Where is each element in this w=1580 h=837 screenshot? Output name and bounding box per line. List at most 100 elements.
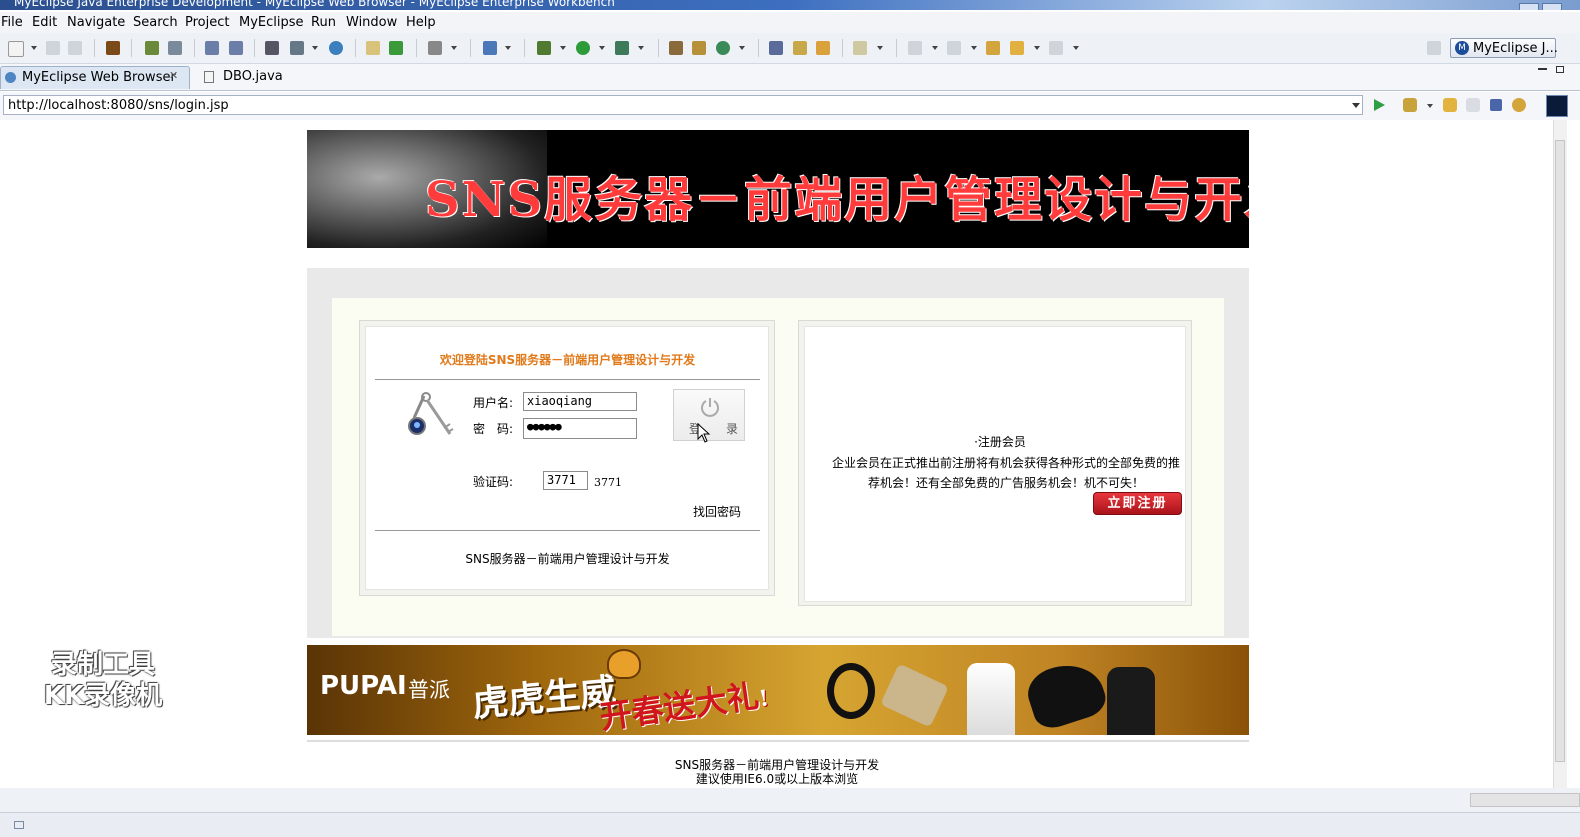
captcha-input[interactable]: 3771 [543, 471, 588, 490]
vertical-scrollbar-thumb[interactable] [1555, 140, 1565, 762]
run-icon[interactable] [576, 41, 590, 55]
go-icon[interactable] [1374, 99, 1385, 111]
back-dropdown-icon[interactable] [1034, 46, 1040, 50]
menu-run[interactable]: Run [311, 15, 336, 30]
browser-back-icon[interactable] [1443, 98, 1457, 112]
add-icon[interactable] [389, 41, 403, 55]
power-icon [701, 398, 719, 417]
maximize-view-icon[interactable] [1556, 66, 1564, 73]
wizard-dropdown-icon[interactable] [505, 46, 511, 50]
deploy-icon[interactable] [265, 41, 279, 55]
favorites-dropdown-icon[interactable] [1427, 104, 1433, 108]
previous-annotation-dropdown-icon[interactable] [971, 46, 977, 50]
server-dropdown-icon[interactable] [312, 46, 318, 50]
debug-config-icon[interactable] [145, 41, 159, 55]
previous-annotation-icon[interactable] [947, 41, 961, 55]
footer-divider [307, 740, 1249, 742]
ad-brand: PUPAI [320, 671, 407, 701]
open-resource-icon[interactable] [793, 41, 807, 55]
tab-dbo-java[interactable]: DBO.java [196, 66, 300, 89]
close-tab-icon[interactable]: ✕ [169, 69, 178, 82]
save-icon[interactable] [46, 41, 60, 55]
window-title-bar: MyEclipse Java Enterprise Development - … [0, 0, 1580, 10]
debug-dropdown-icon[interactable] [560, 46, 566, 50]
minimize-view-icon[interactable] [1538, 68, 1547, 70]
refresh-dropdown-icon[interactable] [739, 46, 745, 50]
new-dropdown-icon[interactable] [31, 46, 37, 50]
open-task-icon[interactable] [816, 41, 830, 55]
menu-navigate[interactable]: Navigate [67, 15, 125, 30]
advertisement-banner[interactable]: PUPAI 普派 虎虎生威 开春送大礼! [307, 645, 1249, 735]
run-dropdown-icon[interactable] [599, 46, 605, 50]
ad-slogan-secondary: 开春送大礼! [597, 669, 771, 735]
toolbar-separator [254, 39, 255, 57]
new-package-icon[interactable] [692, 41, 706, 55]
perspective-switcher[interactable]: M MyEclipse J... [1450, 38, 1558, 58]
new-class-icon[interactable] [669, 41, 683, 55]
horizontal-scrollbar[interactable] [1470, 793, 1580, 807]
open-perspective-icon[interactable] [1427, 41, 1441, 55]
captcha-image: 3771 [594, 476, 622, 489]
screen-dropdown-icon[interactable] [451, 46, 457, 50]
new-icon[interactable] [8, 41, 24, 57]
next-annotation-icon[interactable] [908, 41, 922, 55]
external-tools-icon[interactable] [615, 41, 629, 55]
toolbar-separator [842, 39, 843, 57]
open-folder-icon[interactable] [366, 41, 380, 55]
maximize-button[interactable] [1542, 3, 1562, 10]
tab-label: DBO.java [223, 69, 283, 84]
register-now-button[interactable]: 立即注册 [1093, 492, 1182, 515]
forward-dropdown-icon[interactable] [1073, 46, 1079, 50]
menu-file[interactable]: File [1, 15, 23, 30]
next-annotation-dropdown-icon[interactable] [932, 46, 938, 50]
tab-myeclipse-web-browser[interactable]: MyEclipse Web Browser ✕ [0, 66, 190, 89]
status-indicator-icon[interactable] [14, 821, 24, 829]
divider [375, 379, 760, 380]
forgot-password-link[interactable]: 找回密码 [693, 503, 741, 520]
back-icon[interactable] [1010, 41, 1024, 55]
server-manage-icon[interactable] [290, 41, 304, 55]
url-input[interactable]: http://localhost:8080/sns/login.jsp [3, 95, 1363, 115]
menu-myeclipse[interactable]: MyEclipse [239, 15, 304, 30]
menu-edit[interactable]: Edit [32, 15, 57, 30]
open-type-icon[interactable] [769, 41, 783, 55]
refresh-icon[interactable] [716, 41, 730, 55]
last-edit-icon[interactable] [986, 41, 1000, 55]
folder-dropdown-icon[interactable] [877, 46, 883, 50]
menu-project[interactable]: Project [185, 15, 229, 30]
screen-icon[interactable] [428, 41, 442, 55]
browser-globe-icon[interactable] [329, 41, 343, 55]
reload-icon[interactable] [1512, 98, 1526, 112]
new-wizard-icon[interactable] [483, 41, 497, 55]
browser-forward-icon[interactable] [1466, 98, 1480, 112]
search-icon[interactable] [229, 41, 243, 55]
username-label: 用户名: [473, 396, 514, 410]
minimize-button[interactable] [1519, 3, 1539, 10]
browser-nav-bar: http://localhost:8080/sns/login.jsp [0, 92, 1580, 120]
menu-window[interactable]: Window [346, 15, 397, 30]
banner-title: SNS服务器－前端用户管理设计与开发 [425, 172, 1249, 228]
username-input[interactable]: xiaoqiang [523, 392, 637, 411]
menu-search[interactable]: Search [133, 15, 178, 30]
edit-icon[interactable] [205, 41, 219, 55]
browser-view-icon[interactable] [1546, 95, 1568, 117]
toolbar-separator [658, 39, 659, 57]
toolbar-separator [470, 39, 471, 57]
url-dropdown-icon[interactable] [1352, 103, 1360, 108]
captcha-label: 验证码: [473, 475, 514, 489]
editor-tab-bar: MyEclipse Web Browser ✕ DBO.java [0, 64, 1580, 91]
package-icon[interactable] [106, 41, 120, 55]
stop-icon[interactable] [1490, 99, 1502, 111]
forward-icon[interactable] [1049, 41, 1063, 55]
java-file-icon [204, 71, 214, 83]
shirt-image [967, 663, 1015, 735]
server-icon[interactable] [168, 41, 182, 55]
external-tools-dropdown-icon[interactable] [638, 46, 644, 50]
debug-icon[interactable] [537, 41, 551, 55]
folder-icon[interactable] [853, 41, 867, 55]
favorites-icon[interactable] [1403, 98, 1417, 112]
menu-help[interactable]: Help [406, 15, 436, 30]
login-welcome-title: 欢迎登陆SNS服务器－前端用户管理设计与开发 [439, 353, 696, 367]
print-icon[interactable] [68, 41, 82, 55]
password-input[interactable]: ●●●●●● [523, 418, 637, 439]
